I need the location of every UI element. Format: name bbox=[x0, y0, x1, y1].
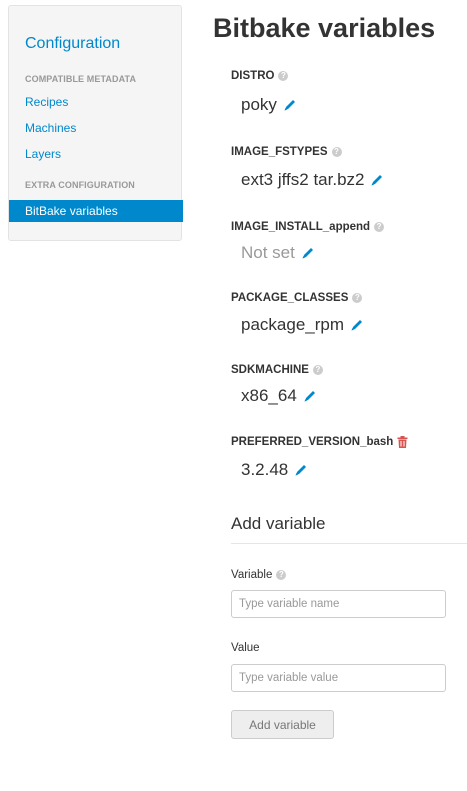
variable-name-package-classes: PACKAGE_CLASSES ? bbox=[231, 292, 363, 304]
variable-value-text: Not set bbox=[241, 243, 295, 262]
sidebar-item-bitbake-variables[interactable]: BitBake variables bbox=[9, 200, 183, 222]
variable-name-label: SDKMACHINE bbox=[231, 364, 309, 376]
trash-icon[interactable] bbox=[397, 436, 408, 448]
variable-value-input[interactable] bbox=[231, 664, 446, 692]
help-icon[interactable]: ? bbox=[312, 365, 323, 375]
help-icon[interactable]: ? bbox=[278, 71, 289, 81]
section-heading-extra-configuration: EXTRA CONFIGURATION bbox=[25, 180, 135, 190]
variable-value-text: poky bbox=[241, 95, 277, 114]
variable-value-text: package_rpm bbox=[241, 315, 345, 334]
variable-name-label: PREFERRED_VERSION_bash bbox=[231, 436, 394, 448]
add-variable-button[interactable]: Add variable bbox=[231, 710, 334, 739]
variable-name-distro: DISTRO ? bbox=[231, 70, 289, 82]
variable-name-input[interactable] bbox=[231, 590, 446, 618]
sidebar-nav: Configuration COMPATIBLE METADATA Recipe… bbox=[8, 5, 183, 241]
variable-value-package-classes: package_rpm bbox=[241, 315, 364, 335]
pencil-icon[interactable] bbox=[350, 318, 364, 332]
variable-name-label: IMAGE_INSTALL_append bbox=[231, 221, 371, 233]
pencil-icon[interactable] bbox=[301, 246, 315, 260]
sidebar-item-label: BitBake variables bbox=[25, 204, 118, 218]
variable-value-image-install-append: Not set bbox=[241, 243, 315, 263]
pencil-icon[interactable] bbox=[303, 389, 317, 403]
help-icon[interactable]: ? bbox=[331, 147, 342, 157]
variable-value-sdkmachine: x86_64 bbox=[241, 386, 317, 406]
sidebar-title-link[interactable]: Configuration bbox=[25, 35, 120, 53]
pencil-icon[interactable] bbox=[283, 98, 297, 112]
add-variable-heading: Add variable bbox=[231, 514, 326, 533]
help-icon[interactable]: ? bbox=[374, 222, 385, 232]
variable-name-label: DISTRO bbox=[231, 70, 275, 82]
variable-value-text: ext3 jffs2 tar.bz2 bbox=[241, 170, 365, 189]
help-icon[interactable]: ? bbox=[276, 570, 287, 580]
pencil-icon[interactable] bbox=[294, 463, 308, 477]
value-field-label: Value bbox=[231, 642, 260, 654]
variable-name-preferred-version-bash: PREFERRED_VERSION_bash bbox=[231, 436, 408, 448]
variable-name-image-fstypes: IMAGE_FSTYPES ? bbox=[231, 146, 342, 158]
value-label-text: Value bbox=[231, 642, 260, 654]
variable-value-distro: poky bbox=[241, 95, 297, 115]
sidebar-item-layers[interactable]: Layers bbox=[25, 147, 61, 161]
divider bbox=[231, 543, 467, 544]
section-heading-compatible-metadata: COMPATIBLE METADATA bbox=[25, 74, 137, 84]
sidebar-item-machines[interactable]: Machines bbox=[25, 121, 76, 135]
variable-value-preferred-version-bash: 3.2.48 bbox=[241, 460, 308, 480]
variable-value-image-fstypes: ext3 jffs2 tar.bz2 bbox=[241, 170, 384, 190]
sidebar-item-recipes[interactable]: Recipes bbox=[25, 95, 68, 109]
variable-name-sdkmachine: SDKMACHINE ? bbox=[231, 364, 323, 376]
variable-field-label: Variable ? bbox=[231, 569, 287, 581]
variable-name-image-install-append: IMAGE_INSTALL_append ? bbox=[231, 221, 385, 233]
variable-name-label: PACKAGE_CLASSES bbox=[231, 292, 349, 304]
pencil-icon[interactable] bbox=[370, 173, 384, 187]
variable-name-label: IMAGE_FSTYPES bbox=[231, 146, 328, 158]
variable-label-text: Variable bbox=[231, 569, 273, 581]
variable-value-text: x86_64 bbox=[241, 386, 297, 405]
page-title: Bitbake variables bbox=[213, 13, 436, 43]
variable-value-text: 3.2.48 bbox=[241, 460, 289, 479]
help-icon[interactable]: ? bbox=[352, 293, 363, 303]
